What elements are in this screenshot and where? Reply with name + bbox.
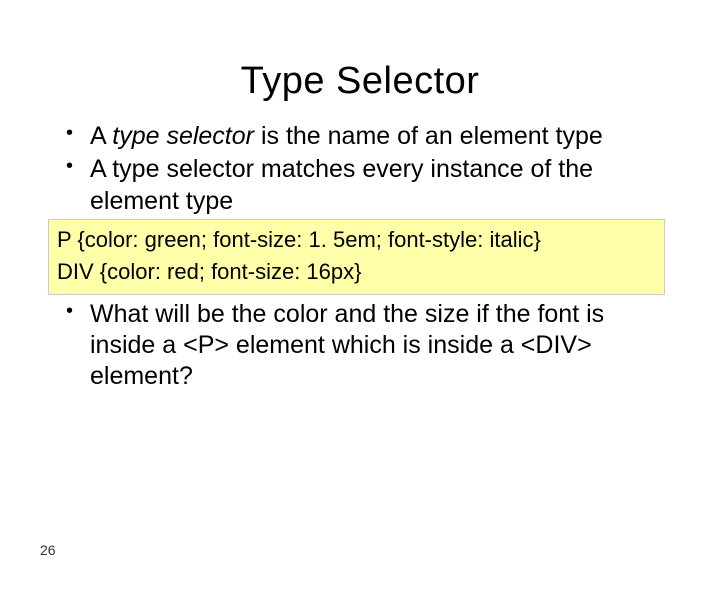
- bullet-item: What will be the color and the size if t…: [60, 299, 665, 393]
- slide-title: Type Selector: [0, 60, 720, 103]
- bullet-list-top: A type selector is the name of an elemen…: [60, 121, 665, 217]
- bullet-text-post: is the name of an element type: [261, 122, 603, 150]
- bullet-text-italic: type selector: [112, 122, 261, 150]
- bullet-item: A type selector matches every instance o…: [60, 154, 665, 217]
- page-number: 26: [40, 542, 56, 558]
- bullet-text-pre: A type selector matches every instance o…: [90, 155, 593, 214]
- bullet-item: A type selector is the name of an elemen…: [60, 121, 665, 152]
- bullet-text: What will be the color and the size if t…: [90, 300, 604, 391]
- code-line: DIV {color: red; font-size: 16px}: [57, 256, 656, 288]
- code-line: P {color: green; font-size: 1. 5em; font…: [57, 224, 656, 256]
- code-block: P {color: green; font-size: 1. 5em; font…: [48, 219, 665, 295]
- slide: Type Selector A type selector is the nam…: [0, 60, 720, 600]
- bullet-text-pre: A: [90, 122, 112, 150]
- bullet-list-bottom: What will be the color and the size if t…: [60, 299, 665, 393]
